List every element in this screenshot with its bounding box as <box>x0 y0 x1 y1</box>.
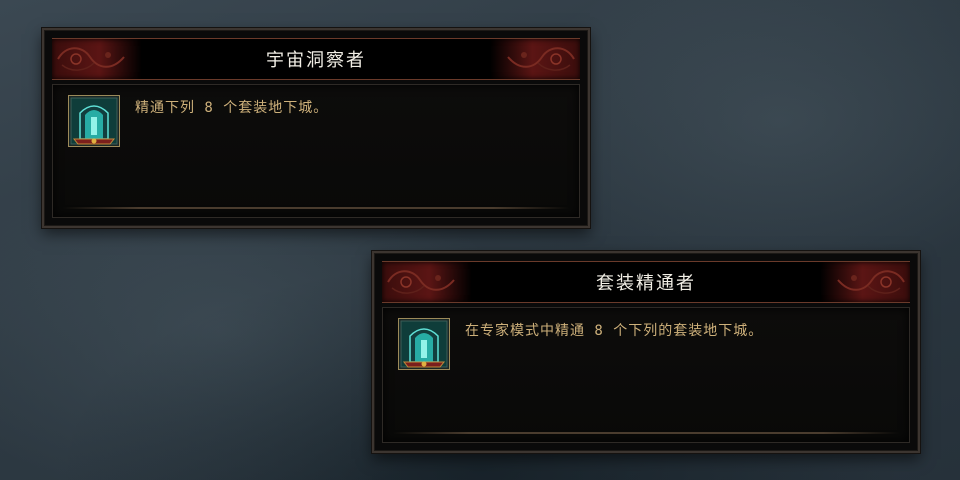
body-divider <box>393 432 899 434</box>
achievement-body: 在专家模式中精通 8 个下列的套装地下城。 <box>382 307 910 443</box>
achievement-screen: { "achievements": [ { "title": "宇宙洞察者", … <box>0 0 960 480</box>
achievement-body: 精通下列 8 个套装地下城。 <box>52 84 580 218</box>
achievement-description: 在专家模式中精通 8 个下列的套装地下城。 <box>465 323 764 339</box>
achievement-title-bar: 套装精通者 <box>382 261 910 303</box>
body-divider <box>63 207 569 209</box>
achievement-description: 精通下列 8 个套装地下城。 <box>135 100 329 116</box>
achievement-title: 套装精通者 <box>596 273 696 294</box>
achievement-card[interactable]: 宇宙洞察者 精通下列 8 个套装地下城。 <box>42 28 590 228</box>
achievement-title: 宇宙洞察者 <box>266 50 366 71</box>
portal-gate-icon <box>68 95 120 147</box>
achievement-card[interactable]: 套装精通者 在专家模式中精通 8 个下列的套装地下城。 <box>372 251 920 453</box>
portal-gate-icon <box>398 318 450 370</box>
achievement-title-bar: 宇宙洞察者 <box>52 38 580 80</box>
